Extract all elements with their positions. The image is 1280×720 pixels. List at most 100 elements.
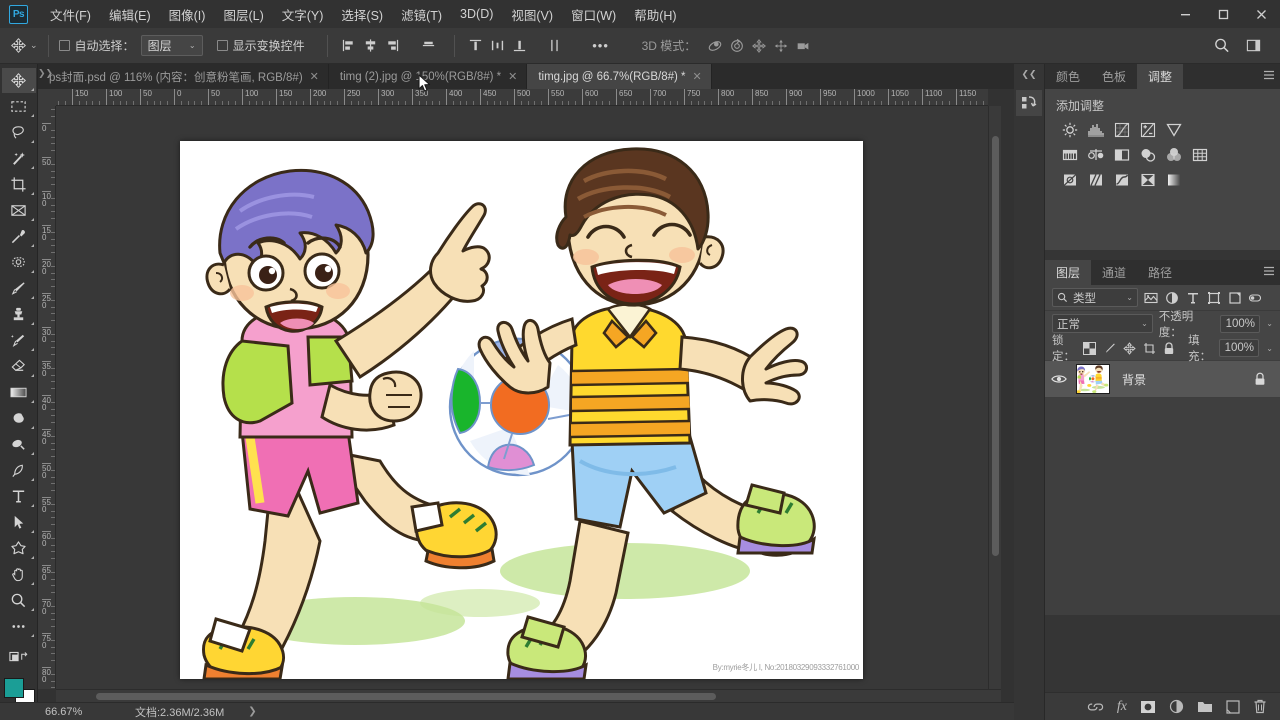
zoom-level[interactable]: 66.67% — [45, 706, 125, 718]
shape-tool[interactable] — [2, 536, 36, 561]
path-selection-tool[interactable] — [2, 510, 36, 535]
3d-camera-button[interactable] — [792, 35, 814, 57]
edit-toolbar-button[interactable] — [2, 614, 36, 639]
menu-view[interactable]: 视图(V) — [502, 1, 562, 28]
scroll-thumb[interactable] — [96, 693, 716, 700]
lock-transparent-icon[interactable] — [1083, 341, 1097, 355]
adjustment-filter-icon[interactable] — [1165, 291, 1179, 305]
curves-icon[interactable] — [1111, 120, 1132, 139]
blend-mode-dropdown[interactable]: 正常 ⌄ — [1052, 314, 1153, 333]
more-align-options-button[interactable]: ••• — [590, 35, 612, 57]
lasso-tool[interactable] — [2, 120, 36, 145]
layer-style-fx-icon[interactable]: fx — [1117, 699, 1127, 715]
search-button[interactable] — [1210, 35, 1232, 57]
add-mask-icon[interactable] — [1140, 700, 1156, 714]
crop-tool[interactable] — [2, 172, 36, 197]
new-group-icon[interactable] — [1197, 700, 1213, 713]
zoom-tool[interactable] — [2, 588, 36, 613]
blur-tool[interactable] — [2, 406, 36, 431]
opacity-stepper-icon[interactable]: ⌄ — [1266, 319, 1273, 328]
tab-color[interactable]: 颜色 — [1045, 64, 1091, 89]
close-icon[interactable]: ✕ — [693, 70, 702, 83]
menu-edit[interactable]: 编辑(E) — [100, 1, 160, 28]
workspace-switcher-button[interactable] — [1242, 35, 1264, 57]
type-filter-icon[interactable] — [1186, 291, 1200, 305]
clone-stamp-tool[interactable] — [2, 302, 36, 327]
eye-icon[interactable] — [1051, 373, 1067, 385]
align-top-edges-button[interactable] — [465, 35, 487, 57]
opacity-value-input[interactable]: 100% — [1220, 314, 1261, 333]
selective-color-icon[interactable] — [1137, 170, 1158, 189]
distribute-horizontal-button[interactable] — [487, 35, 509, 57]
panel-menu-icon[interactable] — [1263, 266, 1275, 276]
current-tool-preset[interactable]: ⌄ — [10, 37, 38, 54]
menu-window[interactable]: 窗口(W) — [562, 1, 625, 28]
lock-image-icon[interactable] — [1103, 342, 1116, 355]
lock-all-icon[interactable] — [1163, 341, 1175, 355]
channel-mixer-icon[interactable] — [1163, 145, 1184, 164]
3d-orbit-button[interactable] — [704, 35, 726, 57]
canvas-vertical-scrollbar[interactable] — [988, 106, 1001, 689]
dodge-tool[interactable] — [2, 432, 36, 457]
smart-object-filter-icon[interactable] — [1228, 291, 1242, 305]
menu-filter[interactable]: 滤镜(T) — [392, 1, 451, 28]
ruler-corner[interactable] — [38, 89, 56, 106]
photo-filter-icon[interactable] — [1137, 145, 1158, 164]
canvas-area[interactable]: By:myrie冬儿 I, No:20180329093332761000 — [56, 106, 988, 689]
levels-icon[interactable] — [1085, 120, 1106, 139]
auto-select-scope-dropdown[interactable]: 图层 ⌄ — [140, 35, 203, 56]
lock-icon[interactable] — [1254, 372, 1266, 386]
healing-brush-tool[interactable] — [2, 250, 36, 275]
hand-tool[interactable] — [2, 562, 36, 587]
toggle-filter-icon[interactable] — [1249, 292, 1261, 304]
new-adjustment-icon[interactable] — [1169, 699, 1184, 714]
move-tool[interactable] — [1, 68, 36, 93]
brush-tool[interactable] — [2, 276, 36, 301]
gradient-tool[interactable] — [2, 380, 36, 405]
new-layer-icon[interactable] — [1226, 699, 1240, 714]
magic-wand-tool[interactable] — [2, 146, 36, 171]
color-balance-icon[interactable] — [1085, 145, 1106, 164]
pen-tool[interactable] — [2, 458, 36, 483]
hue-saturation-icon[interactable] — [1059, 145, 1080, 164]
lock-position-icon[interactable] — [1123, 341, 1136, 355]
align-horizontal-centers-button[interactable] — [360, 35, 382, 57]
auto-select-checkbox[interactable] — [58, 40, 70, 51]
panel-menu-icon[interactable] — [1263, 70, 1275, 80]
type-tool[interactable] — [2, 484, 36, 509]
close-icon[interactable]: ✕ — [310, 70, 319, 83]
black-white-icon[interactable] — [1111, 145, 1132, 164]
quick-mask-toggle[interactable] — [2, 644, 36, 669]
close-button[interactable] — [1242, 0, 1280, 28]
invert-icon[interactable] — [1059, 170, 1080, 189]
exposure-icon[interactable] — [1137, 120, 1158, 139]
menu-3d[interactable]: 3D(D) — [451, 3, 502, 25]
document-tab-timg[interactable]: timg.jpg @ 66.7%(RGB/8#) * ✕ — [527, 64, 712, 89]
3d-roll-button[interactable] — [726, 35, 748, 57]
eraser-tool[interactable] — [2, 354, 36, 379]
menu-image[interactable]: 图像(I) — [160, 1, 215, 28]
menu-type[interactable]: 文字(Y) — [273, 1, 333, 28]
layer-filter-type-dropdown[interactable]: 类型 ⌄ — [1052, 288, 1138, 307]
lock-artboard-icon[interactable] — [1143, 342, 1156, 355]
align-right-edges-button[interactable] — [382, 35, 404, 57]
tab-channels[interactable]: 通道 — [1091, 260, 1137, 285]
brightness-contrast-icon[interactable] — [1059, 120, 1080, 139]
document-tab-timg2[interactable]: timg (2).jpg @ 150%(RGB/8#) * ✕ — [328, 64, 528, 89]
history-brush-tool[interactable] — [2, 328, 36, 353]
collapse-panels-icon[interactable]: ❮❮ — [1014, 64, 1044, 84]
menu-help[interactable]: 帮助(H) — [625, 1, 685, 28]
layer-row-background[interactable]: 背景 — [1045, 360, 1280, 398]
menu-layer[interactable]: 图层(L) — [214, 1, 272, 28]
menu-select[interactable]: 选择(S) — [332, 1, 392, 28]
tab-overflow-icon[interactable]: ❯❯ — [38, 68, 53, 79]
vertical-ruler[interactable]: 5005010015020025030035040045050055060065… — [38, 89, 56, 689]
color-lookup-icon[interactable] — [1189, 145, 1210, 164]
pixel-filter-icon[interactable] — [1144, 291, 1158, 305]
tool-preset-chevron-icon[interactable]: ⌄ — [30, 40, 38, 51]
posterize-icon[interactable] — [1085, 170, 1106, 189]
canvas-horizontal-scrollbar[interactable] — [56, 689, 1001, 702]
gradient-map-icon[interactable] — [1163, 170, 1184, 189]
tab-paths[interactable]: 路径 — [1137, 260, 1183, 285]
show-transform-checkbox[interactable] — [216, 40, 228, 51]
